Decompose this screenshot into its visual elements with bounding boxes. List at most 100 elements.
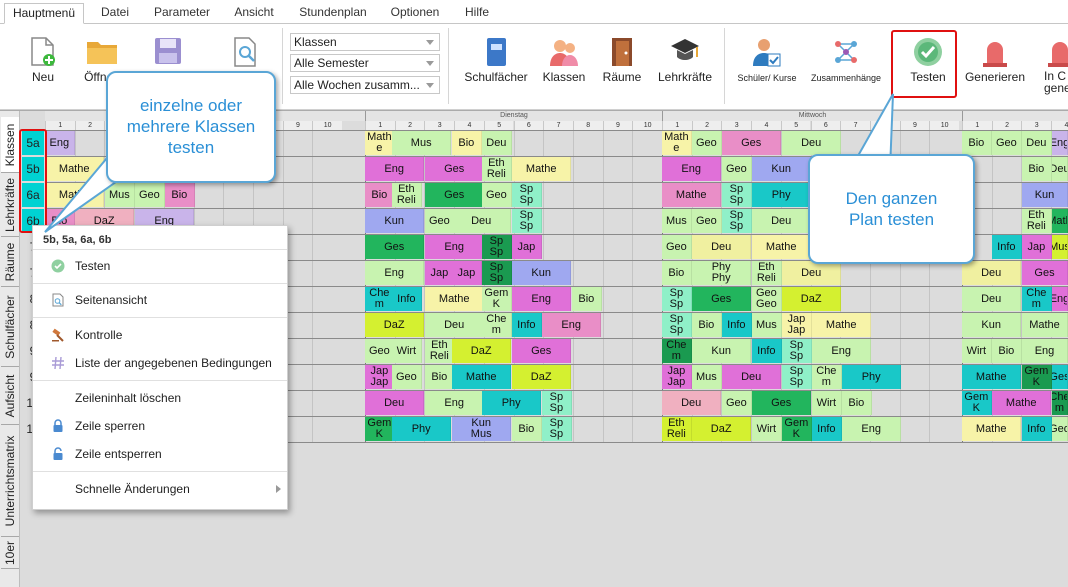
tab-datei[interactable]: Datei <box>88 3 142 24</box>
lesson-cell[interactable]: Geo <box>692 131 722 155</box>
lesson-cell[interactable]: Info <box>392 287 422 311</box>
lesson-cell[interactable]: Deu <box>365 391 425 415</box>
lesson-cell[interactable]: Bio <box>452 131 482 155</box>
lesson-cell[interactable]: Bio <box>692 313 722 337</box>
lesson-cell[interactable]: Eng <box>662 157 722 181</box>
lesson-cell[interactable]: Sp Sp <box>662 287 692 311</box>
lesson-cell[interactable]: DaZ <box>692 417 752 441</box>
lesson-cell[interactable]: Kun Mus <box>452 417 512 441</box>
lesson-cell[interactable]: Mathe <box>662 183 722 207</box>
lesson-cell[interactable]: Deu <box>782 131 842 155</box>
lesson-cell[interactable]: Info <box>722 313 752 337</box>
lesson-cell[interactable]: Mathe <box>812 313 872 337</box>
subjects-button[interactable]: Schulfächer <box>460 24 532 110</box>
lesson-cell[interactable]: Eth Reli <box>662 417 692 441</box>
tab-hilfe[interactable]: Hilfe <box>454 3 500 24</box>
lesson-cell[interactable]: Ges <box>425 183 485 207</box>
lesson-cell[interactable]: Geo <box>425 209 455 233</box>
menu-item-schnelle-aenderungen[interactable]: Schnelle Änderungen <box>33 475 287 503</box>
rooms-button[interactable]: Räume <box>598 24 646 110</box>
lesson-cell[interactable]: DaZ <box>365 313 425 337</box>
lesson-cell[interactable]: Mathe <box>992 391 1052 415</box>
lesson-cell[interactable]: DaZ <box>782 287 842 311</box>
lesson-cell[interactable]: DaZ <box>452 339 512 363</box>
lesson-cell[interactable]: Jap <box>1022 235 1052 259</box>
lesson-cell[interactable]: Geo <box>992 131 1022 155</box>
lesson-cell[interactable]: Chem <box>1052 391 1068 415</box>
lesson-cell[interactable]: Gem K <box>962 391 992 415</box>
lesson-cell[interactable]: Info <box>512 313 542 337</box>
lesson-cell[interactable]: Sp Sp <box>722 183 752 207</box>
lesson-cell[interactable]: Eng <box>542 313 602 337</box>
lesson-cell[interactable]: Deu <box>425 313 485 337</box>
lesson-cell[interactable]: Jap <box>452 261 482 285</box>
lesson-cell[interactable]: Eth Reli <box>1022 209 1052 233</box>
lesson-cell[interactable]: Deu <box>1052 157 1068 181</box>
generate-button[interactable]: Generieren <box>962 24 1028 110</box>
lesson-cell[interactable]: Kun <box>752 157 812 181</box>
side-tab-10er[interactable]: 10er <box>1 537 19 569</box>
lesson-cell[interactable]: Geo <box>482 183 512 207</box>
lesson-cell[interactable]: Eng <box>425 235 485 259</box>
menu-item-testen[interactable]: Testen <box>33 252 287 280</box>
lesson-cell[interactable]: Deu <box>722 365 782 389</box>
lesson-cell[interactable]: Geo <box>392 365 422 389</box>
lesson-cell[interactable]: Deu <box>452 209 512 233</box>
classes-button[interactable]: Klassen <box>538 24 590 110</box>
lesson-cell[interactable]: Geo <box>365 339 395 363</box>
menu-item-zeileninhalt-loeschen[interactable]: Zeileninhalt löschen <box>33 384 287 412</box>
lesson-cell[interactable]: Bio <box>992 339 1022 363</box>
lesson-cell[interactable]: Phy <box>752 183 812 207</box>
lesson-cell[interactable]: Mus <box>662 209 692 233</box>
lesson-cell[interactable]: Ges <box>365 235 425 259</box>
menu-item-seitenansicht[interactable]: Seitenansicht <box>33 286 287 314</box>
lesson-cell[interactable]: Gem K <box>782 417 812 441</box>
students-courses-button[interactable]: Schüler/ Kurse <box>734 24 800 110</box>
lesson-cell[interactable]: Geo <box>722 157 752 181</box>
lesson-cell[interactable]: Geo <box>662 235 692 259</box>
lesson-cell[interactable]: Mathe <box>365 131 395 155</box>
lesson-cell[interactable]: Eng <box>1052 131 1068 155</box>
lesson-cell[interactable]: Info <box>1022 417 1052 441</box>
lesson-cell[interactable]: Jap <box>512 235 542 259</box>
lesson-cell[interactable]: Geo <box>1052 417 1068 441</box>
side-tab-classes[interactable]: Klassen <box>1 117 19 173</box>
side-tab-supervision[interactable]: Aufsicht <box>1 367 19 425</box>
lesson-cell[interactable]: Deu <box>692 235 752 259</box>
side-tab-subjects[interactable]: Schulfächer <box>1 287 19 367</box>
lesson-cell[interactable]: Eth Reli <box>392 183 422 207</box>
lesson-cell[interactable]: Wirt <box>392 339 422 363</box>
lesson-cell[interactable]: Phy Phy <box>692 261 752 285</box>
lesson-cell[interactable]: Bio <box>1022 157 1052 181</box>
lesson-cell[interactable]: DaZ <box>512 365 572 389</box>
lesson-cell[interactable]: Math <box>1052 209 1068 233</box>
lesson-cell[interactable]: Info <box>752 339 782 363</box>
lesson-cell[interactable]: Mathe <box>662 131 692 155</box>
side-tab-matrix[interactable]: Unterrichtsmatrix <box>1 425 19 537</box>
lesson-cell[interactable]: Ges <box>1052 365 1068 389</box>
lesson-cell[interactable]: Eth Reli <box>425 339 455 363</box>
lesson-cell[interactable]: Deu <box>962 261 1022 285</box>
lesson-cell[interactable]: Geo <box>692 209 722 233</box>
lesson-cell[interactable]: Info <box>992 235 1022 259</box>
lesson-cell[interactable]: Phy <box>842 365 902 389</box>
lesson-cell[interactable]: Sp Sp <box>512 209 542 233</box>
new-button[interactable]: Neu <box>20 24 66 110</box>
lesson-cell[interactable]: Eng <box>1052 287 1068 311</box>
lesson-cell[interactable]: Ges <box>692 287 752 311</box>
menu-item-zeile-sperren[interactable]: Zeile sperren <box>33 412 287 440</box>
lesson-cell[interactable]: Chem <box>812 365 842 389</box>
lesson-cell[interactable]: Bio <box>425 365 455 389</box>
lesson-cell[interactable]: Sp Sp <box>542 391 572 415</box>
lesson-cell[interactable]: Mus <box>692 365 722 389</box>
side-tab-teachers[interactable]: Lehrkräfte <box>1 173 19 237</box>
lesson-cell[interactable]: Deu <box>482 131 512 155</box>
lesson-cell[interactable]: Gem K <box>482 287 512 311</box>
lesson-cell[interactable]: Kun <box>512 261 572 285</box>
lesson-cell[interactable]: Bio <box>572 287 602 311</box>
lesson-cell[interactable]: Chem <box>1022 287 1052 311</box>
lesson-cell[interactable]: Ges <box>752 391 812 415</box>
tab-stundenplan[interactable]: Stundenplan <box>290 3 376 24</box>
view-type-select[interactable]: Klassen <box>290 33 440 51</box>
lesson-cell[interactable]: Sp Sp <box>482 235 512 259</box>
